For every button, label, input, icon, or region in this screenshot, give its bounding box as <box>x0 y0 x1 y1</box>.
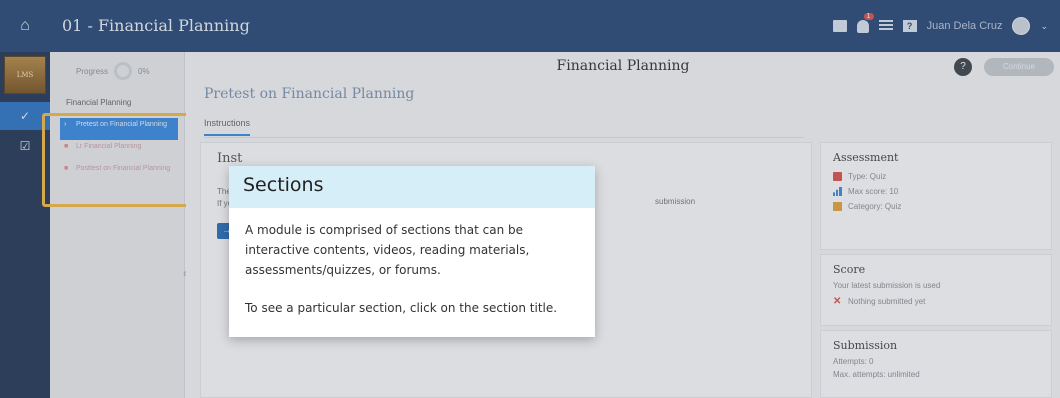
score-status-label: Nothing submitted yet <box>848 297 926 306</box>
popup-paragraph: A module is comprised of sections that c… <box>245 223 530 277</box>
module-label: Financial Planning <box>66 98 132 107</box>
mail-icon[interactable] <box>832 20 847 32</box>
sections-panel: Progress 0% Financial Planning › Pretest… <box>50 52 185 398</box>
score-card: Score Your latest submission is used ✕ N… <box>820 254 1052 326</box>
username[interactable]: Juan Dela Cruz <box>927 20 1003 32</box>
checkbox-icon: ☑ <box>19 139 31 153</box>
popup-body: A module is comprised of sections that c… <box>229 208 595 330</box>
avatar[interactable] <box>1012 17 1031 35</box>
course-logo[interactable]: LMS <box>4 56 46 94</box>
progress-ring-icon <box>114 62 133 80</box>
category-icon <box>833 202 842 211</box>
score-status: ✕ Nothing submitted yet <box>833 294 1039 309</box>
submission-title: Submission <box>833 339 898 352</box>
home-icon[interactable]: ⌂ <box>0 0 50 52</box>
help-circle-icon[interactable]: ? <box>954 58 972 76</box>
continue-button[interactable]: Continue <box>984 58 1054 76</box>
notification-badge: 1 <box>863 12 874 20</box>
card-text: submission <box>655 197 696 206</box>
popup-title: Sections <box>229 166 595 208</box>
score-note: Your latest submission is used <box>833 281 941 290</box>
top-bar: ⌂ 01 - Financial Planning 1 ? Juan Dela … <box>0 0 1060 52</box>
assessment-type: Type: Quiz <box>833 169 1039 184</box>
topbar-actions: 1 ? Juan Dela Cruz ⌄ <box>832 12 1048 38</box>
page-title: Financial Planning <box>556 58 690 74</box>
assessment-max-score: Max score: 10 <box>833 184 1039 199</box>
attempts-label: Attempts: 0 <box>833 357 874 366</box>
assessment-category: Category: Quiz <box>833 199 1039 214</box>
check-icon: ✓ <box>19 109 31 123</box>
popup-paragraph: To see a particular section, click on th… <box>245 301 558 315</box>
card-heading: Inst <box>217 151 243 166</box>
progress-indicator: Progress 0% <box>76 62 150 80</box>
score-title: Score <box>833 263 866 276</box>
bar-chart-icon <box>833 187 842 196</box>
sections-highlight <box>42 113 190 207</box>
tour-popup: Sections A module is comprised of sectio… <box>229 166 595 337</box>
assessment-card: Assessment Type: Quiz Max score: 10 Cate… <box>820 142 1052 250</box>
progress-label: Progress <box>76 66 109 76</box>
assessment-type-label: Type: Quiz <box>848 172 887 181</box>
help-icon[interactable]: ? <box>902 20 917 32</box>
list-icon[interactable] <box>878 20 893 32</box>
category-label: Category: Quiz <box>848 202 902 211</box>
max-score-label: Max score: 10 <box>848 187 899 196</box>
tab-bar: Instructions <box>204 114 804 138</box>
bell-icon[interactable]: 1 <box>856 12 874 33</box>
chevron-down-icon[interactable]: ⌄ <box>1040 21 1048 32</box>
section-title: Pretest on Financial Planning <box>204 86 415 102</box>
submission-card: Submission Attempts: 0 Max. attempts: un… <box>820 330 1052 398</box>
quiz-icon <box>833 172 842 181</box>
close-icon: ✕ <box>833 296 842 307</box>
progress-value: 0% <box>138 66 150 76</box>
left-rail: LMS ✓ ☑ <box>0 52 50 398</box>
tab-instructions[interactable]: Instructions <box>204 118 251 136</box>
assessment-title: Assessment <box>833 151 899 164</box>
course-title: 01 - Financial Planning <box>62 16 250 35</box>
max-attempts-label: Max. attempts: unlimited <box>833 370 920 379</box>
